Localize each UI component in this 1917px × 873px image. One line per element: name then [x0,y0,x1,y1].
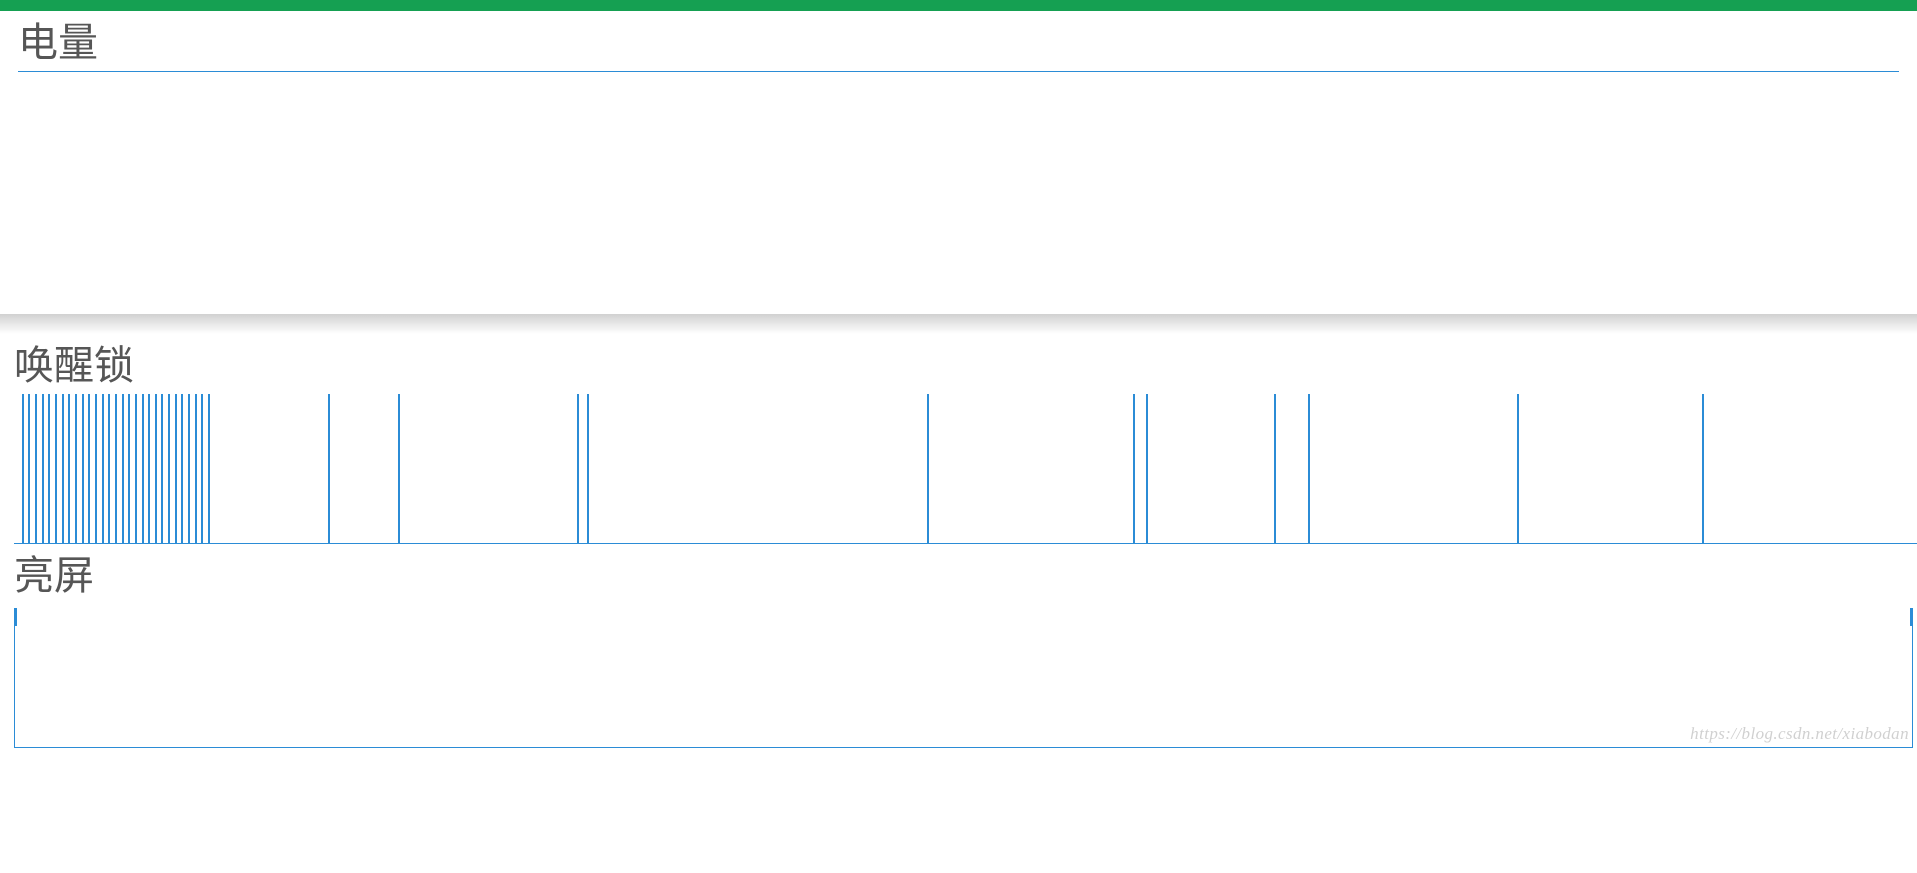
wakelock-event [28,394,30,543]
battery-history-page: 电量 唤醒锁 亮屏 https://blog.csdn.net/xiabodan [0,0,1917,748]
wakelock-title: 唤醒锁 [14,334,1917,392]
wakelock-event [195,394,197,543]
wakelock-event [42,394,44,543]
screen-on-tick [15,608,17,626]
section-shadow [0,314,1917,334]
battery-section: 电量 [0,11,1917,314]
wakelock-event [55,394,57,543]
top-status-bar [0,0,1917,11]
screen-on-tick [1910,608,1912,626]
screen-title: 亮屏 [14,544,1913,602]
wakelock-event [927,394,929,543]
wakelock-event [1146,394,1148,543]
watermark-text: https://blog.csdn.net/xiabodan [1690,724,1909,744]
wakelock-chart-area[interactable] [14,394,1917,544]
wakelock-event [587,394,589,543]
battery-chart-area[interactable] [18,72,1899,314]
wakelock-event [208,394,210,543]
wakelock-event [62,394,64,543]
wakelock-event [161,394,163,543]
wakelock-event [142,394,144,543]
wakelock-event [1308,394,1310,543]
wakelock-event [148,394,150,543]
wakelock-event [201,394,203,543]
wakelock-event [328,394,330,543]
wakelock-event [48,394,50,543]
wakelock-event [95,394,97,543]
wakelock-event [22,394,24,543]
wakelock-event [168,394,170,543]
wakelock-event [128,394,130,543]
wakelock-event [181,394,183,543]
wakelock-event [88,394,90,543]
wakelock-event [1517,394,1519,543]
wakelock-event [398,394,400,543]
screen-section: 亮屏 [0,544,1917,748]
wakelock-event [1274,394,1276,543]
wakelock-section: 唤醒锁 [0,334,1917,544]
wakelock-event [135,394,137,543]
wakelock-event [155,394,157,543]
wakelock-event [68,394,70,543]
screen-chart-area[interactable] [14,608,1913,748]
wakelock-event [1702,394,1704,543]
wakelock-event [188,394,190,543]
wakelock-event [115,394,117,543]
wakelock-event [175,394,177,543]
wakelock-event [122,394,124,543]
wakelock-event [75,394,77,543]
wakelock-event [35,394,37,543]
wakelock-event [82,394,84,543]
wakelock-event [102,394,104,543]
wakelock-event [577,394,579,543]
wakelock-event [108,394,110,543]
battery-title: 电量 [18,11,1899,69]
wakelock-event [1133,394,1135,543]
